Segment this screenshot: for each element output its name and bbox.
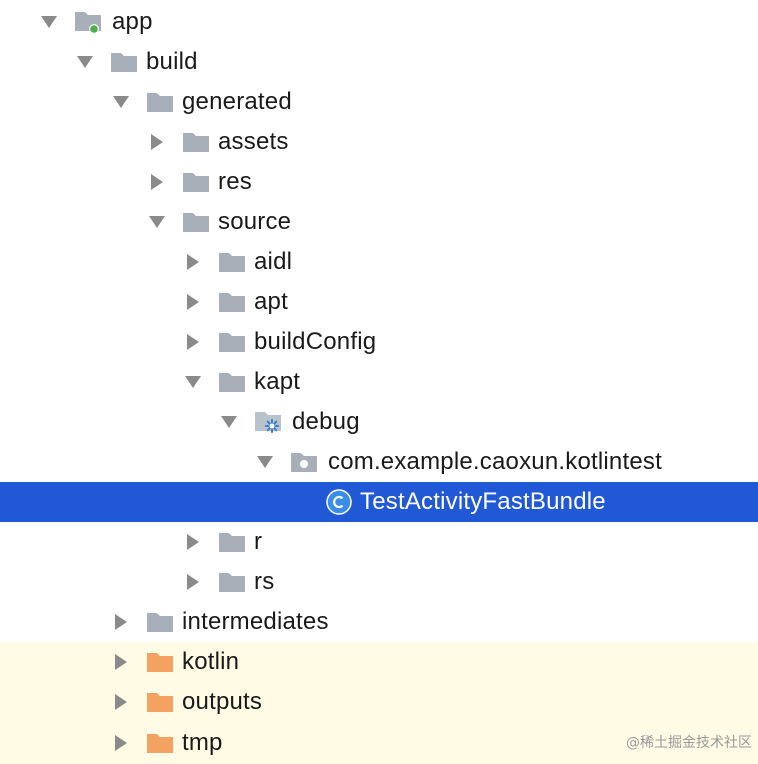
- collapse-arrow-icon[interactable]: [146, 131, 168, 153]
- collapse-arrow-icon[interactable]: [110, 732, 132, 754]
- tree-row-label: com.example.caoxun.kotlintest: [328, 448, 662, 475]
- expand-arrow-icon[interactable]: [254, 451, 276, 473]
- tree-row-label: kotlin: [182, 648, 240, 675]
- tree-row-label: outputs: [182, 688, 263, 715]
- collapse-arrow-icon[interactable]: [110, 611, 132, 633]
- collapse-arrow-icon[interactable]: [182, 251, 204, 273]
- folder-icon: [218, 570, 246, 594]
- tree-row-label: app: [112, 8, 153, 35]
- excluded-folder-icon: [146, 731, 174, 755]
- tree-row-source[interactable]: source: [0, 202, 758, 242]
- tree-row-label: aidl: [254, 248, 293, 275]
- folder-icon: [182, 210, 210, 234]
- tree-row-testactivityfastbundle[interactable]: TestActivityFastBundle: [0, 482, 758, 522]
- tree-row-label: buildConfig: [254, 328, 377, 355]
- tree-row-build[interactable]: build: [0, 42, 758, 82]
- tree-row-label: debug: [292, 408, 360, 435]
- tree-row-res[interactable]: res: [0, 162, 758, 202]
- collapse-arrow-icon[interactable]: [182, 571, 204, 593]
- generated-source-folder-icon: [254, 409, 284, 435]
- tree-row-label: tmp: [182, 729, 223, 756]
- expand-arrow-icon[interactable]: [146, 211, 168, 233]
- tree-row-aidl[interactable]: aidl: [0, 242, 758, 282]
- folder-icon: [110, 50, 138, 74]
- project-tree: app build generated assets res source ai…: [0, 0, 758, 764]
- folder-icon: [218, 250, 246, 274]
- tree-row-kotlin[interactable]: kotlin: [0, 642, 758, 682]
- excluded-folder-icon: [146, 690, 174, 714]
- tree-row-label: res: [218, 168, 252, 195]
- class-icon: [326, 489, 352, 515]
- tree-row-rs[interactable]: rs: [0, 562, 758, 602]
- tree-row-label: build: [146, 48, 198, 75]
- folder-icon: [218, 530, 246, 554]
- tree-row-r[interactable]: r: [0, 522, 758, 562]
- tree-row-apt[interactable]: apt: [0, 282, 758, 322]
- tree-row-label: r: [254, 528, 263, 555]
- tree-row-debug[interactable]: debug: [0, 402, 758, 442]
- folder-icon: [182, 170, 210, 194]
- expand-arrow-icon[interactable]: [110, 91, 132, 113]
- folder-icon: [218, 330, 246, 354]
- tree-row-label: TestActivityFastBundle: [360, 488, 606, 515]
- tree-row-intermediates[interactable]: intermediates: [0, 602, 758, 642]
- folder-icon: [146, 610, 174, 634]
- folder-icon: [182, 130, 210, 154]
- expand-arrow-icon[interactable]: [38, 11, 60, 33]
- tree-row-kapt[interactable]: kapt: [0, 362, 758, 402]
- collapse-arrow-icon[interactable]: [182, 531, 204, 553]
- collapse-arrow-icon[interactable]: [182, 291, 204, 313]
- watermark: @稀土掘金技术社区: [626, 735, 752, 751]
- folder-icon: [218, 290, 246, 314]
- tree-row-assets[interactable]: assets: [0, 122, 758, 162]
- tree-row-label: apt: [254, 288, 288, 315]
- collapse-arrow-icon[interactable]: [110, 691, 132, 713]
- tree-row-label: kapt: [254, 368, 301, 395]
- folder-icon: [146, 90, 174, 114]
- tree-row-app[interactable]: app: [0, 2, 758, 42]
- collapse-arrow-icon[interactable]: [182, 331, 204, 353]
- excluded-folder-icon: [146, 650, 174, 674]
- collapse-arrow-icon[interactable]: [110, 651, 132, 673]
- module-icon: [74, 9, 104, 35]
- tree-row-label: generated: [182, 88, 292, 115]
- expand-arrow-icon[interactable]: [218, 411, 240, 433]
- tree-row-label: assets: [218, 128, 289, 155]
- tree-row-generated[interactable]: generated: [0, 82, 758, 122]
- tree-row-label: intermediates: [182, 608, 329, 635]
- tree-row-label: source: [218, 208, 292, 235]
- tree-row-package[interactable]: com.example.caoxun.kotlintest: [0, 442, 758, 482]
- tree-row-buildconfig[interactable]: buildConfig: [0, 322, 758, 362]
- tree-row-label: rs: [254, 568, 275, 595]
- package-icon: [290, 450, 320, 474]
- expand-arrow-icon[interactable]: [74, 51, 96, 73]
- collapse-arrow-icon[interactable]: [146, 171, 168, 193]
- tree-row-outputs[interactable]: outputs: [0, 682, 758, 722]
- folder-icon: [218, 370, 246, 394]
- expand-arrow-icon[interactable]: [182, 371, 204, 393]
